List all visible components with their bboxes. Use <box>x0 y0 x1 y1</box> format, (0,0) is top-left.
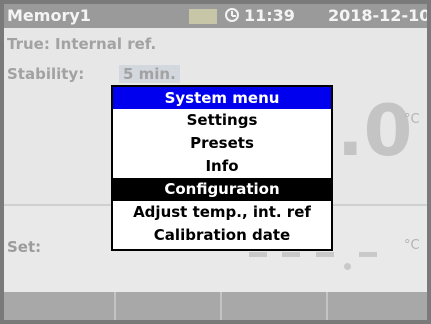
menu-item-settings[interactable]: Settings <box>113 109 331 132</box>
stability-value: 5 min. <box>119 65 180 83</box>
temperature-unit: °C <box>404 112 420 127</box>
softkey-3[interactable] <box>222 292 328 320</box>
stability-label: Stability: <box>7 65 85 83</box>
memory-title: Memory1 <box>7 6 91 25</box>
setpoint-decimal-dot <box>344 263 351 270</box>
menu-item-presets[interactable]: Presets <box>113 132 331 155</box>
set-label: Set: <box>7 238 42 256</box>
menu-item-configuration[interactable]: Configuration <box>113 178 331 201</box>
softkey-4[interactable] <box>328 292 427 320</box>
setpoint-dash <box>316 252 334 257</box>
device-screen: Memory1 11:39 2018-12-10 True: Internal … <box>4 4 427 320</box>
setpoint-dash <box>249 252 267 257</box>
system-menu-title: System menu <box>113 87 331 109</box>
clock-date: 2018-12-10 <box>328 6 427 25</box>
system-menu: System menu Settings Presets Info Config… <box>111 85 333 251</box>
setpoint-dash <box>282 252 300 257</box>
temperature-value: .0 <box>337 90 413 172</box>
clock-time: 11:39 <box>244 6 295 25</box>
clock-icon <box>225 8 239 22</box>
menu-item-calibration-date[interactable]: Calibration date <box>113 224 331 247</box>
softkey-2[interactable] <box>116 292 222 320</box>
softkey-1[interactable] <box>4 292 116 320</box>
softkey-bar <box>4 292 427 320</box>
status-bar: Memory1 11:39 2018-12-10 <box>4 4 427 28</box>
setpoint-unit: °C <box>404 238 420 253</box>
battery-icon <box>189 9 217 24</box>
setpoint-dash <box>359 252 377 257</box>
menu-item-adjust-temp[interactable]: Adjust temp., int. ref <box>113 201 331 224</box>
true-reference-line: True: Internal ref. <box>7 35 157 53</box>
menu-item-info[interactable]: Info <box>113 155 331 178</box>
